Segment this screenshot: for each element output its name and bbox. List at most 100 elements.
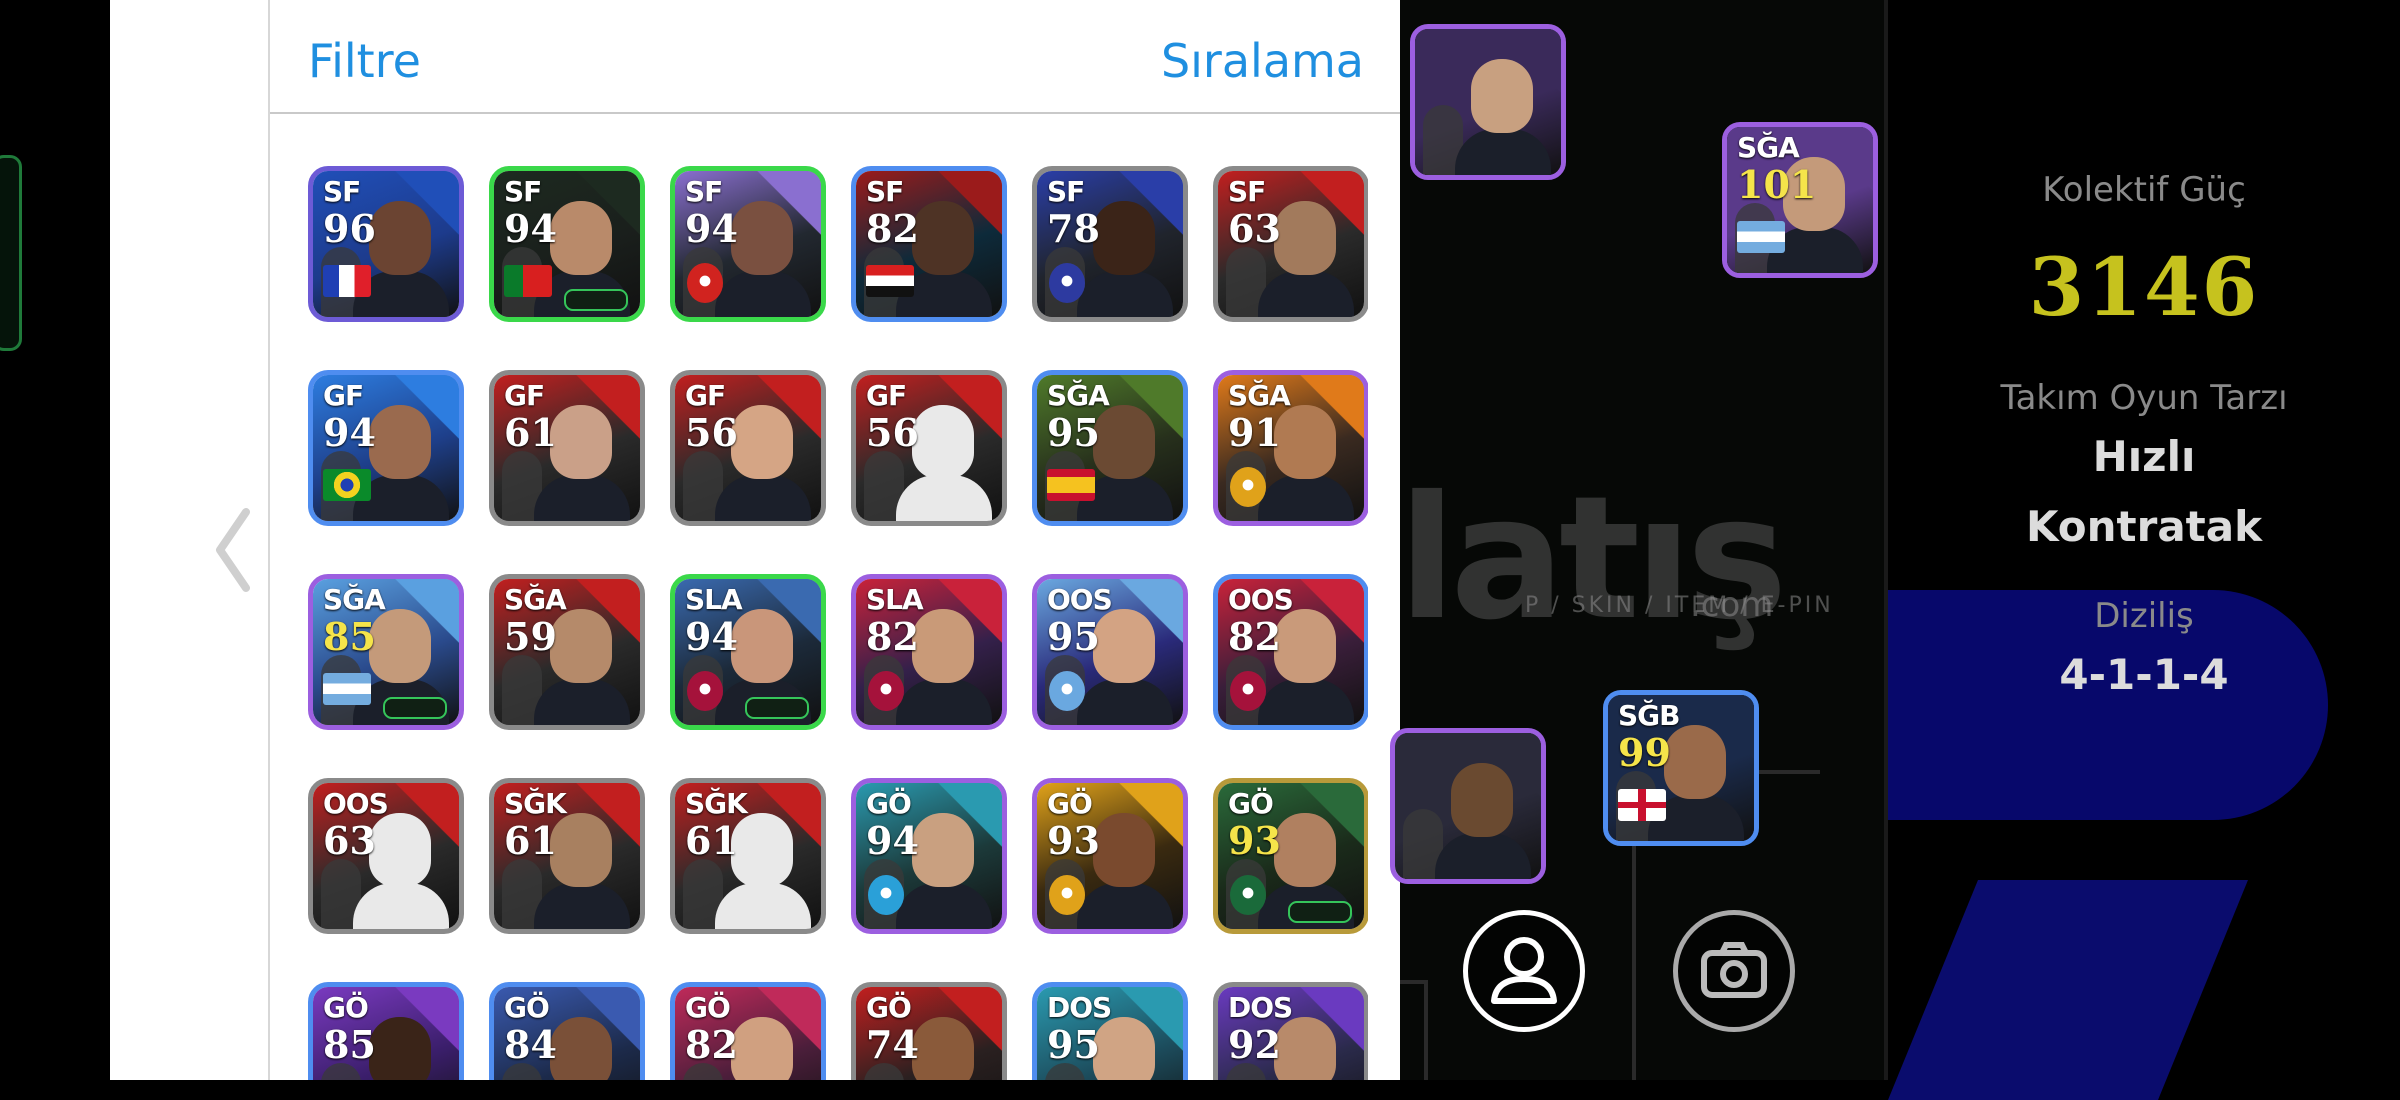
player-card[interactable]: SF 78	[1032, 166, 1188, 322]
player-card[interactable]: DOS 92	[1213, 982, 1368, 1080]
pitch-player-card[interactable]	[1390, 728, 1546, 884]
player-card[interactable]: SĞK 61	[670, 778, 826, 934]
club-badge-icon	[687, 671, 723, 711]
club-badge-icon	[1049, 263, 1085, 303]
player-card[interactable]: GÖ 93	[1032, 778, 1188, 934]
player-card[interactable]: GÖ 84	[489, 982, 645, 1080]
player-portrait	[912, 405, 974, 479]
card-rating: 84	[504, 1022, 557, 1067]
pitch-line	[1400, 980, 1424, 984]
card-position: SLA	[866, 583, 924, 616]
card-position: SĞA	[1737, 131, 1800, 164]
pitch-player-card[interactable]: SĞB 99	[1603, 690, 1759, 846]
player-card[interactable]: SĞA 91	[1213, 370, 1368, 526]
player-portrait	[1093, 609, 1155, 683]
player-card[interactable]: GF 94	[308, 370, 464, 526]
card-position: SĞA	[1228, 379, 1291, 412]
player-portrait	[1451, 763, 1513, 837]
player-portrait	[731, 813, 793, 887]
card-position: SĞA	[1047, 379, 1110, 412]
panel-header: Filtre Sıralama	[270, 0, 1402, 114]
player-select-panel: Filtre Sıralama SF 96 SF 94 SF 94 SF 82 SF 78 SF 63…	[268, 0, 1402, 1080]
nation-flag-icon	[1618, 789, 1666, 821]
formation-value[interactable]: 4-1-1-4	[1888, 650, 2400, 699]
card-position: OOS	[1047, 583, 1113, 616]
player-card[interactable]: SF 94	[489, 166, 645, 322]
formation-label: Diziliş	[2094, 596, 2194, 636]
player-card[interactable]: SĞA 95	[1032, 370, 1188, 526]
player-card[interactable]: OOS 82	[1213, 574, 1368, 730]
player-card[interactable]: GÖ 93	[1213, 778, 1368, 934]
profile-button[interactable]	[1463, 910, 1585, 1032]
player-card[interactable]: GÖ 94	[851, 778, 1007, 934]
card-position: GF	[323, 379, 364, 412]
player-portrait	[550, 405, 612, 479]
player-portrait	[369, 201, 431, 275]
player-portrait	[1664, 725, 1726, 799]
player-card[interactable]: SĞA 85	[308, 574, 464, 730]
card-rating: 61	[504, 818, 557, 863]
player-card[interactable]: GÖ 82	[670, 982, 826, 1080]
card-position: GÖ	[323, 991, 369, 1024]
player-card[interactable]: SĞA 59	[489, 574, 645, 730]
player-card[interactable]: SĞK 61	[489, 778, 645, 934]
player-portrait	[912, 813, 974, 887]
player-card[interactable]: SF 96	[308, 166, 464, 322]
card-rating: 101	[1737, 162, 1817, 207]
player-portrait	[1274, 1017, 1336, 1080]
player-card[interactable]: GF 56	[851, 370, 1007, 526]
player-portrait	[550, 609, 612, 683]
card-rating: 85	[323, 614, 376, 659]
player-card[interactable]: GÖ 74	[851, 982, 1007, 1080]
player-card[interactable]: GF 61	[489, 370, 645, 526]
camera-button[interactable]	[1673, 910, 1795, 1032]
boost-indicator-icon	[564, 289, 628, 311]
card-position: GF	[504, 379, 545, 412]
player-card[interactable]: SF 94	[670, 166, 826, 322]
player-portrait	[1274, 201, 1336, 275]
player-card[interactable]: DOS 95	[1032, 982, 1188, 1080]
card-rating: 91	[1228, 410, 1281, 455]
card-rating: 95	[1047, 614, 1100, 659]
player-portrait	[912, 609, 974, 683]
card-position: SF	[504, 175, 542, 208]
watermark-domain: .com	[1690, 585, 1774, 625]
side-tab-handle[interactable]	[0, 155, 22, 351]
player-card[interactable]: GÖ 85	[308, 982, 464, 1080]
player-portrait	[550, 201, 612, 275]
player-portrait	[1471, 59, 1533, 133]
player-portrait	[369, 813, 431, 887]
player-portrait	[1274, 813, 1336, 887]
nation-flag-icon	[323, 673, 371, 705]
card-rating: 61	[685, 818, 738, 863]
player-card[interactable]: OOS 95	[1032, 574, 1188, 730]
boost-indicator-icon	[745, 697, 809, 719]
player-portrait	[731, 1017, 793, 1080]
player-card[interactable]: OOS 63	[308, 778, 464, 934]
player-portrait	[1274, 405, 1336, 479]
club-badge-icon	[687, 263, 723, 303]
player-card[interactable]: SLA 82	[851, 574, 1007, 730]
nation-flag-icon	[1047, 469, 1095, 501]
card-rating: 94	[685, 614, 738, 659]
team-playstyle-value-line1: Hızlı	[2092, 432, 2196, 481]
collective-power-label: Kolektif Güç	[2042, 170, 2246, 210]
pitch-player-card[interactable]: SĞA 101	[1722, 122, 1878, 278]
pitch-player-card[interactable]	[1410, 24, 1566, 180]
nation-flag-icon	[1737, 221, 1785, 253]
card-rating: 82	[1228, 614, 1281, 659]
sort-button[interactable]: Sıralama	[1161, 34, 1364, 88]
nation-flag-icon	[504, 265, 552, 297]
filter-button[interactable]: Filtre	[308, 34, 421, 88]
camera-icon	[1701, 942, 1767, 998]
club-badge-icon	[1230, 467, 1266, 507]
player-card[interactable]: SF 63	[1213, 166, 1368, 322]
player-card[interactable]: SF 82	[851, 166, 1007, 322]
player-card[interactable]: GF 56	[670, 370, 826, 526]
boost-indicator-icon	[383, 697, 447, 719]
card-position: SF	[1228, 175, 1266, 208]
club-badge-icon	[1049, 671, 1085, 711]
player-card[interactable]: SLA 94	[670, 574, 826, 730]
player-portrait	[731, 201, 793, 275]
chevron-left-icon[interactable]	[208, 500, 258, 600]
